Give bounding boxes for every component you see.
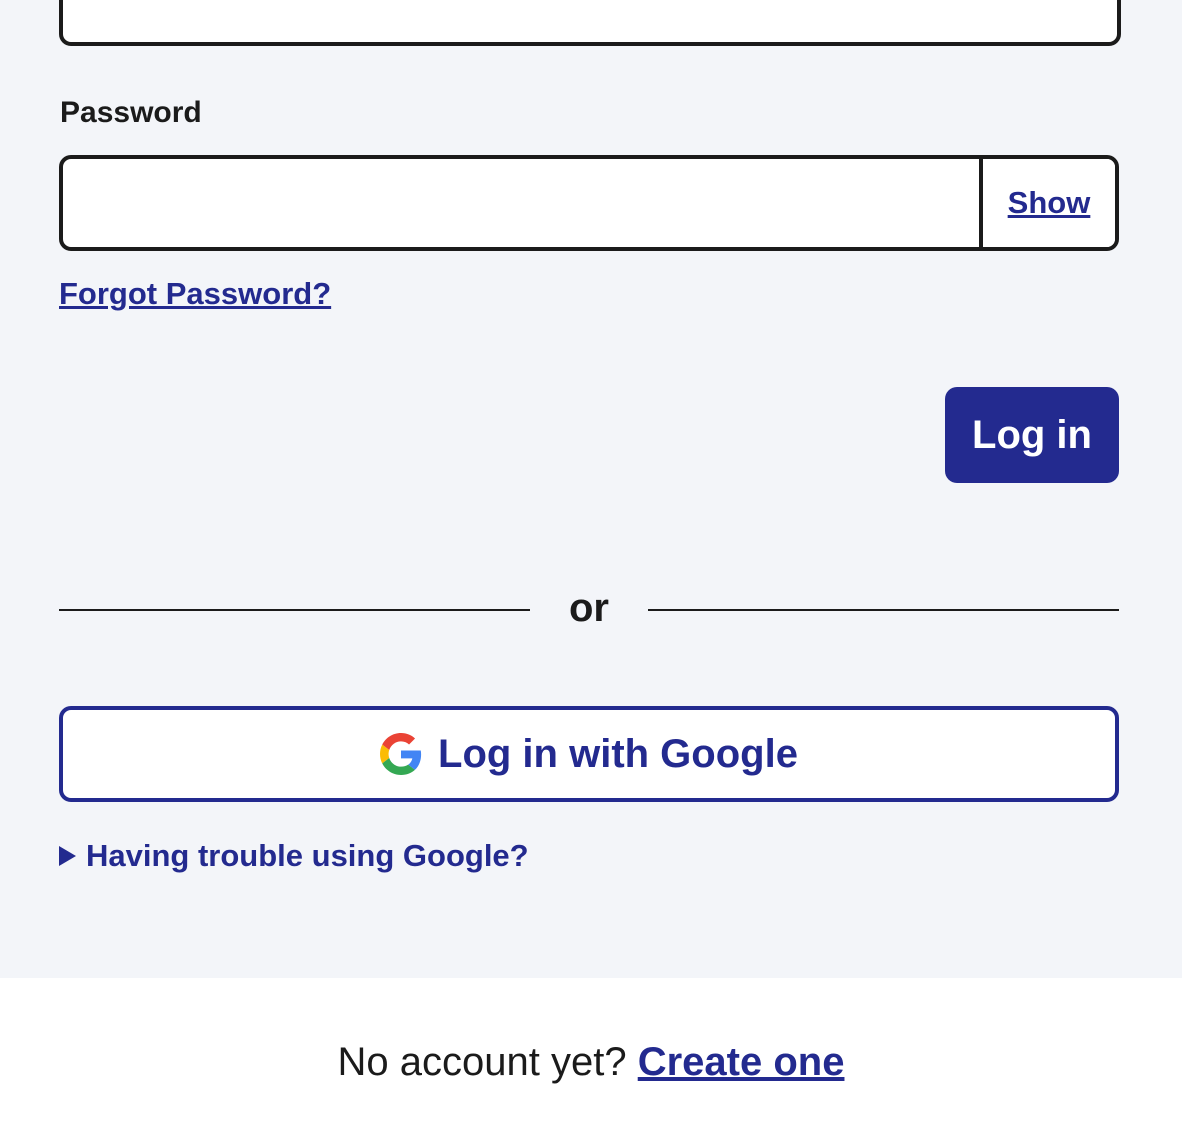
password-input[interactable] — [63, 159, 979, 247]
show-password-button[interactable]: Show — [979, 159, 1115, 247]
google-trouble-toggle[interactable]: Having trouble using Google? — [59, 838, 529, 874]
google-g-icon — [380, 733, 422, 775]
username-field[interactable] — [59, 0, 1121, 46]
password-label: Password — [60, 96, 202, 129]
divider-line-right — [648, 609, 1119, 611]
create-account-link[interactable]: Create one — [638, 1040, 845, 1084]
divider-line-left — [59, 609, 530, 611]
login-panel: Password Show Forgot Password? Log in or… — [0, 0, 1182, 978]
google-login-button[interactable]: Log in with Google — [59, 706, 1119, 802]
password-field-group: Show — [59, 155, 1119, 251]
signup-prompt: No account yet? Create one — [0, 1040, 1182, 1085]
disclosure-triangle-icon — [59, 846, 76, 866]
google-login-label: Log in with Google — [438, 731, 798, 776]
divider-or: or — [569, 586, 609, 630]
signup-prompt-text: No account yet? — [337, 1040, 627, 1084]
forgot-password-link[interactable]: Forgot Password? — [59, 276, 331, 312]
google-trouble-label: Having trouble using Google? — [86, 838, 529, 873]
login-button[interactable]: Log in — [945, 387, 1119, 483]
